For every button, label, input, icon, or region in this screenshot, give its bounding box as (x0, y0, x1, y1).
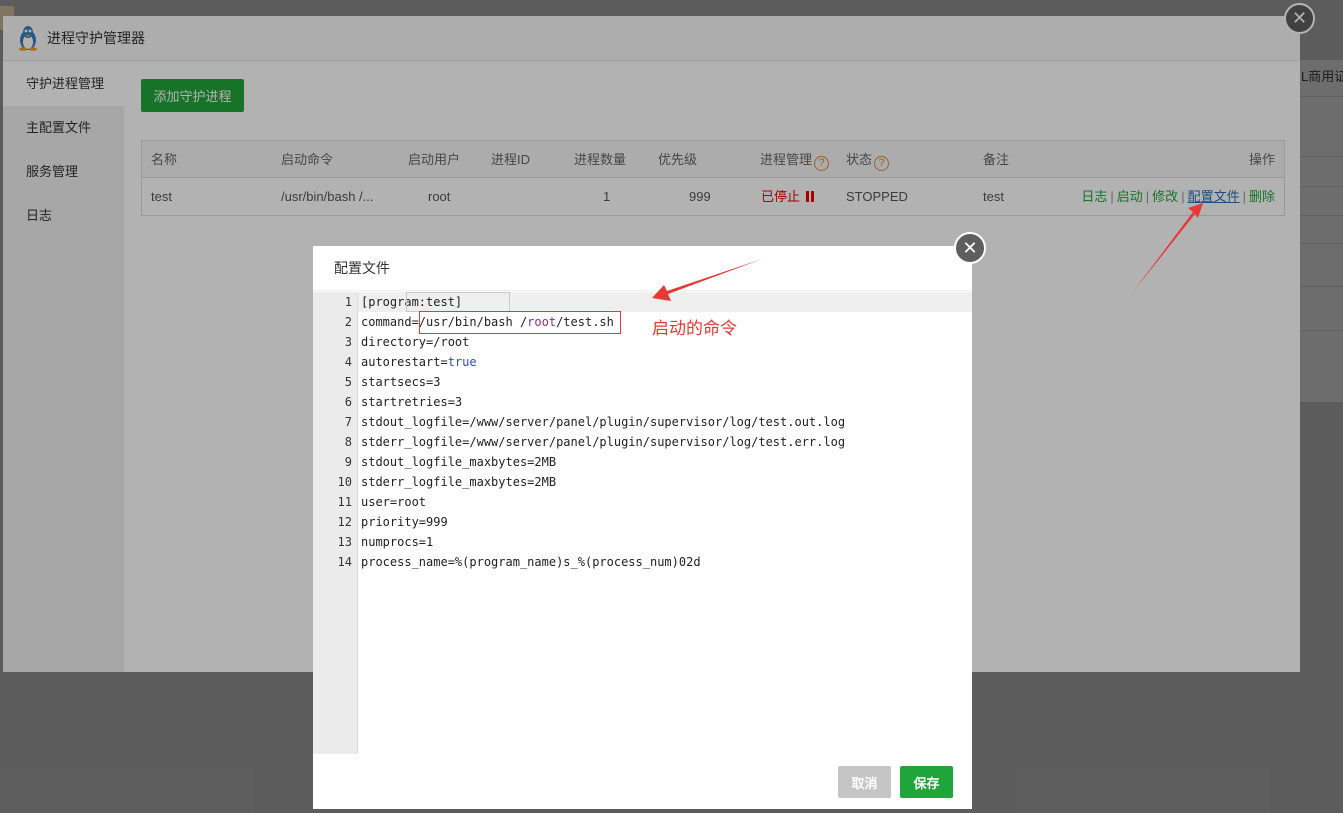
code-line[interactable]: process_name=%(program_name)s_%(process_… (358, 552, 701, 572)
bracket-match-highlight (406, 292, 510, 312)
line-number: 10 (337, 475, 352, 489)
line-number: 11 (337, 495, 352, 509)
line-number: 12 (337, 515, 352, 529)
code-line[interactable]: stdout_logfile=/www/server/panel/plugin/… (358, 412, 845, 432)
line-number-gutter: 1 2 3 4 5 6 7 8 9 10 11 12 13 14 (313, 292, 358, 754)
code-line[interactable]: stderr_logfile_maxbytes=2MB (358, 472, 556, 492)
line-number: 6 (344, 395, 352, 409)
annotation-highlight-box (419, 311, 621, 334)
code-line[interactable]: priority=999 (358, 512, 448, 532)
dialog-title: 配置文件 (313, 246, 972, 291)
cancel-button[interactable]: 取消 (838, 766, 891, 798)
line-number: 4 (344, 355, 352, 369)
code-line[interactable]: directory=/root (358, 332, 469, 352)
line-number: 3 (344, 335, 352, 349)
code-line[interactable]: stdout_logfile_maxbytes=2MB (358, 452, 556, 472)
save-button[interactable]: 保存 (900, 766, 953, 798)
code-line[interactable]: autorestart=true (358, 352, 477, 372)
line-number: 5 (344, 375, 352, 389)
code-token-value: true (447, 355, 477, 369)
code-editor[interactable]: 1 2 3 4 5 6 7 8 9 10 11 12 13 14 [progra… (313, 292, 972, 754)
line-number: 1 (344, 295, 352, 309)
config-file-dialog: 配置文件 1 2 3 4 5 6 7 8 9 10 11 12 13 14 [p… (313, 246, 972, 809)
annotation-label: 启动的命令 (652, 319, 737, 338)
line-number: 8 (344, 435, 352, 449)
code-text-area[interactable]: [program:test] command=/usr/bin/bash /ro… (358, 292, 972, 754)
code-line[interactable]: numprocs=1 (358, 532, 433, 552)
dialog-close-icon[interactable]: ✕ (954, 232, 986, 264)
dialog-footer: 取消 保存 (313, 754, 972, 809)
line-number: 13 (337, 535, 352, 549)
code-token: autorestart= (361, 355, 448, 369)
code-line[interactable]: stderr_logfile=/www/server/panel/plugin/… (358, 432, 845, 452)
line-number: 7 (344, 415, 352, 429)
line-number: 2 (344, 315, 352, 329)
line-number: 9 (344, 455, 352, 469)
code-line[interactable]: user=root (358, 492, 426, 512)
line-number: 14 (337, 555, 352, 569)
code-line[interactable]: startsecs=3 (358, 372, 440, 392)
code-line[interactable]: startretries=3 (358, 392, 462, 412)
